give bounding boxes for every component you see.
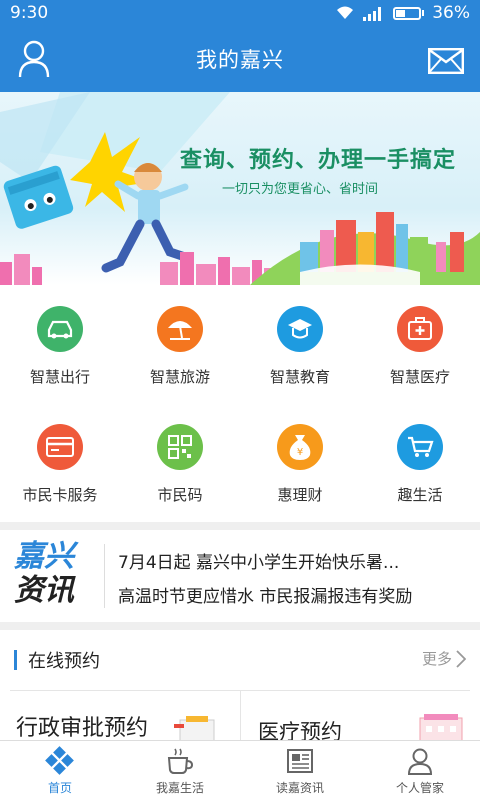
- user-icon[interactable]: [18, 40, 50, 78]
- person-icon: [404, 745, 436, 777]
- service-smart-medical[interactable]: 智慧医疗: [360, 286, 480, 404]
- service-citizen-card[interactable]: 市民卡服务: [0, 404, 120, 522]
- tab-read-jiaxing-news[interactable]: 读嘉资讯: [240, 741, 360, 800]
- bottom-tab-bar: 首页 我嘉生活 读嘉资讯 个人管家: [0, 740, 480, 800]
- qr-code-icon: [157, 424, 203, 470]
- page-title: 我的嘉兴: [196, 48, 284, 72]
- section-accent-bar: [14, 650, 17, 670]
- document-illustration-icon: [174, 716, 215, 742]
- banner-subline: 一切只为您更省心、省时间: [222, 182, 379, 197]
- service-smart-education[interactable]: 智慧教育: [240, 286, 360, 404]
- news-divider: [104, 544, 105, 608]
- medical-kit-icon: [397, 306, 443, 352]
- tab-personal-manager[interactable]: 个人管家: [360, 741, 480, 800]
- service-label: 智慧教育: [269, 368, 330, 386]
- coffee-cup-icon: [164, 745, 196, 777]
- news-item[interactable]: 7月4日起 嘉兴中小学生开始快乐暑...: [118, 548, 470, 573]
- service-label: 智慧医疗: [389, 368, 450, 386]
- status-bar: 9:30 36%: [0, 0, 480, 26]
- wifi-icon: [337, 6, 354, 19]
- svg-text:¥: ¥: [297, 447, 303, 458]
- service-label: 市民码: [157, 486, 203, 504]
- service-smart-travel[interactable]: 智慧出行: [0, 286, 120, 404]
- service-label: 智慧旅游: [149, 368, 210, 386]
- news-item[interactable]: 高温时节更应惜水 市民报漏报违有奖励: [118, 582, 470, 607]
- tab-label: 读嘉资讯: [275, 781, 324, 795]
- online-booking-section: 在线预约 更多 行政审批预约 医疗预约: [0, 630, 480, 751]
- umbrella-icon: [157, 306, 203, 352]
- promo-banner[interactable]: 查询、预约、办理一手搞定 一切只为您更省心、省时间: [0, 92, 480, 285]
- signal-icon: [363, 7, 382, 21]
- service-finance[interactable]: ¥ 惠理财: [240, 404, 360, 522]
- chevron-right-icon: [456, 649, 466, 668]
- banner-headline: 查询、预约、办理一手搞定: [180, 148, 457, 173]
- section-divider: [0, 522, 480, 530]
- service-label: 惠理财: [277, 486, 323, 504]
- service-label: 智慧出行: [29, 368, 90, 386]
- mail-icon[interactable]: [428, 48, 464, 74]
- battery-icon: [393, 6, 425, 20]
- tab-my-jiaxing-life[interactable]: 我嘉生活: [120, 741, 240, 800]
- section-title: 在线预约: [28, 651, 100, 672]
- news-section: 嘉兴 资讯 7月4日起 嘉兴中小学生开始快乐暑... 高温时节更应惜水 市民报漏…: [0, 530, 480, 622]
- section-divider: [0, 622, 480, 630]
- cart-icon: [397, 424, 443, 470]
- app-header: 我的嘉兴: [0, 26, 480, 92]
- admin-approval-booking-card[interactable]: 行政审批预约: [16, 710, 148, 742]
- card-icon: [37, 424, 83, 470]
- service-label: 市民卡服务: [22, 486, 98, 504]
- tab-label: 我嘉生活: [155, 781, 204, 795]
- service-fun-life[interactable]: 趣生活: [360, 404, 480, 522]
- service-citizen-code[interactable]: 市民码: [120, 404, 240, 522]
- service-grid: 智慧出行 智慧旅游 智慧教育 智慧医疗 市民卡服务 市民码 ¥ 惠理财 趣生活: [0, 286, 480, 522]
- status-right: 36%: [335, 3, 470, 23]
- news-brand-logo: 嘉兴 资讯: [14, 539, 74, 608]
- tab-label: 个人管家: [395, 781, 444, 795]
- screen: 9:30 36% 我的嘉兴 查询、预约、办理一手搞定 一切只为您更省心、省时间 …: [0, 0, 480, 800]
- service-smart-tourism[interactable]: 智慧旅游: [120, 286, 240, 404]
- graduation-cap-icon: [277, 306, 323, 352]
- home-diamond-icon: [44, 745, 76, 777]
- car-icon: [37, 306, 83, 352]
- newspaper-icon: [284, 745, 316, 777]
- more-link[interactable]: 更多: [422, 648, 466, 669]
- money-bag-icon: ¥: [277, 424, 323, 470]
- service-label: 趣生活: [397, 486, 443, 504]
- tab-home[interactable]: 首页: [0, 741, 120, 800]
- hospital-illustration-icon: [419, 714, 463, 742]
- tab-label: 首页: [47, 781, 72, 795]
- battery-text: 36%: [432, 3, 470, 23]
- status-time: 9:30: [10, 3, 49, 23]
